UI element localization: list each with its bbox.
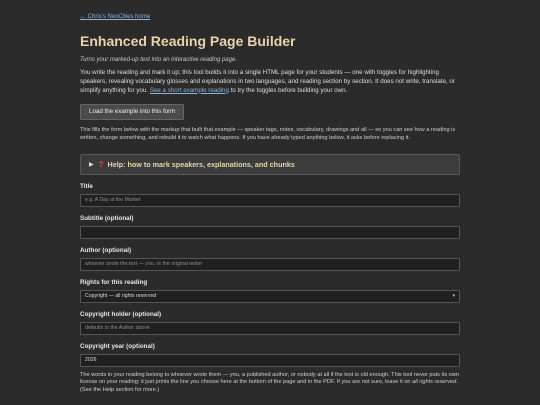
load-example-button[interactable]: Load the example into this form (80, 104, 185, 121)
title-label: Title (80, 182, 93, 190)
help-disclosure[interactable]: ▶ ? Help: how to mark speakers, explanat… (80, 153, 460, 175)
subtitle-label: Subtitle (optional) (80, 214, 134, 222)
chevron-down-icon: ▾ (452, 292, 455, 299)
subtitle-input[interactable] (80, 225, 460, 239)
holder-label: Copyright holder (optional) (80, 310, 162, 318)
author-placeholder: whoever wrote the text — you, or the ori… (85, 260, 203, 267)
author-label: Author (optional) (80, 246, 132, 254)
page-container: ← Chris's NeoCities home Enhanced Readin… (80, 0, 460, 394)
rights-note-text: The words in your reading belong to whoe… (80, 371, 459, 386)
intro-link-suffix: to try the toggles before building your … (230, 86, 348, 94)
author-field-group: Author (optional) whoever wrote the text… (80, 247, 460, 271)
load-example-note: This fills the form below with the marku… (80, 127, 456, 141)
holder-placeholder: defaults to the Author above (85, 324, 150, 331)
author-input[interactable]: whoever wrote the text — you, or the ori… (80, 257, 460, 271)
holder-input[interactable]: defaults to the Author above (80, 321, 460, 335)
title-field-group: Title e.g. A Day at the Market (80, 183, 460, 207)
rights-note-emphasis: all rights reserved (412, 379, 457, 386)
triangle-right-icon: ▶ (89, 161, 94, 168)
year-input[interactable]: 2026 (80, 353, 460, 367)
rights-label: Rights for this reading (80, 278, 148, 286)
year-label: Copyright year (optional) (80, 342, 155, 350)
back-home-link[interactable]: ← Chris's NeoCities home (80, 13, 460, 21)
year-value: 2026 (85, 356, 97, 363)
intro-paragraph: You write the reading and mark it up; th… (80, 69, 460, 95)
rights-note: The words in your reading belong to whoe… (80, 372, 460, 395)
subtitle-field-group: Subtitle (optional) (80, 215, 460, 239)
holder-field-group: Copyright holder (optional) defaults to … (80, 311, 460, 335)
rights-selected-value: Copyright — all rights reserved (85, 292, 157, 299)
page-title: Enhanced Reading Page Builder (80, 33, 296, 49)
example-reading-link[interactable]: See a short example reading (150, 87, 229, 94)
rights-field-group: Rights for this reading Copyright — all … (80, 279, 460, 303)
title-placeholder: e.g. A Day at the Market (85, 196, 141, 203)
year-field-group: Copyright year (optional) 2026 (80, 343, 460, 367)
rights-select[interactable]: Copyright — all rights reserved ▾ (80, 289, 460, 303)
help-label: Help: how to mark speakers, explanations… (107, 159, 295, 169)
title-input[interactable]: e.g. A Day at the Market (80, 193, 460, 207)
page-tagline: Turns your marked-up text into an intera… (80, 57, 237, 63)
question-mark-icon: ? (98, 159, 104, 169)
